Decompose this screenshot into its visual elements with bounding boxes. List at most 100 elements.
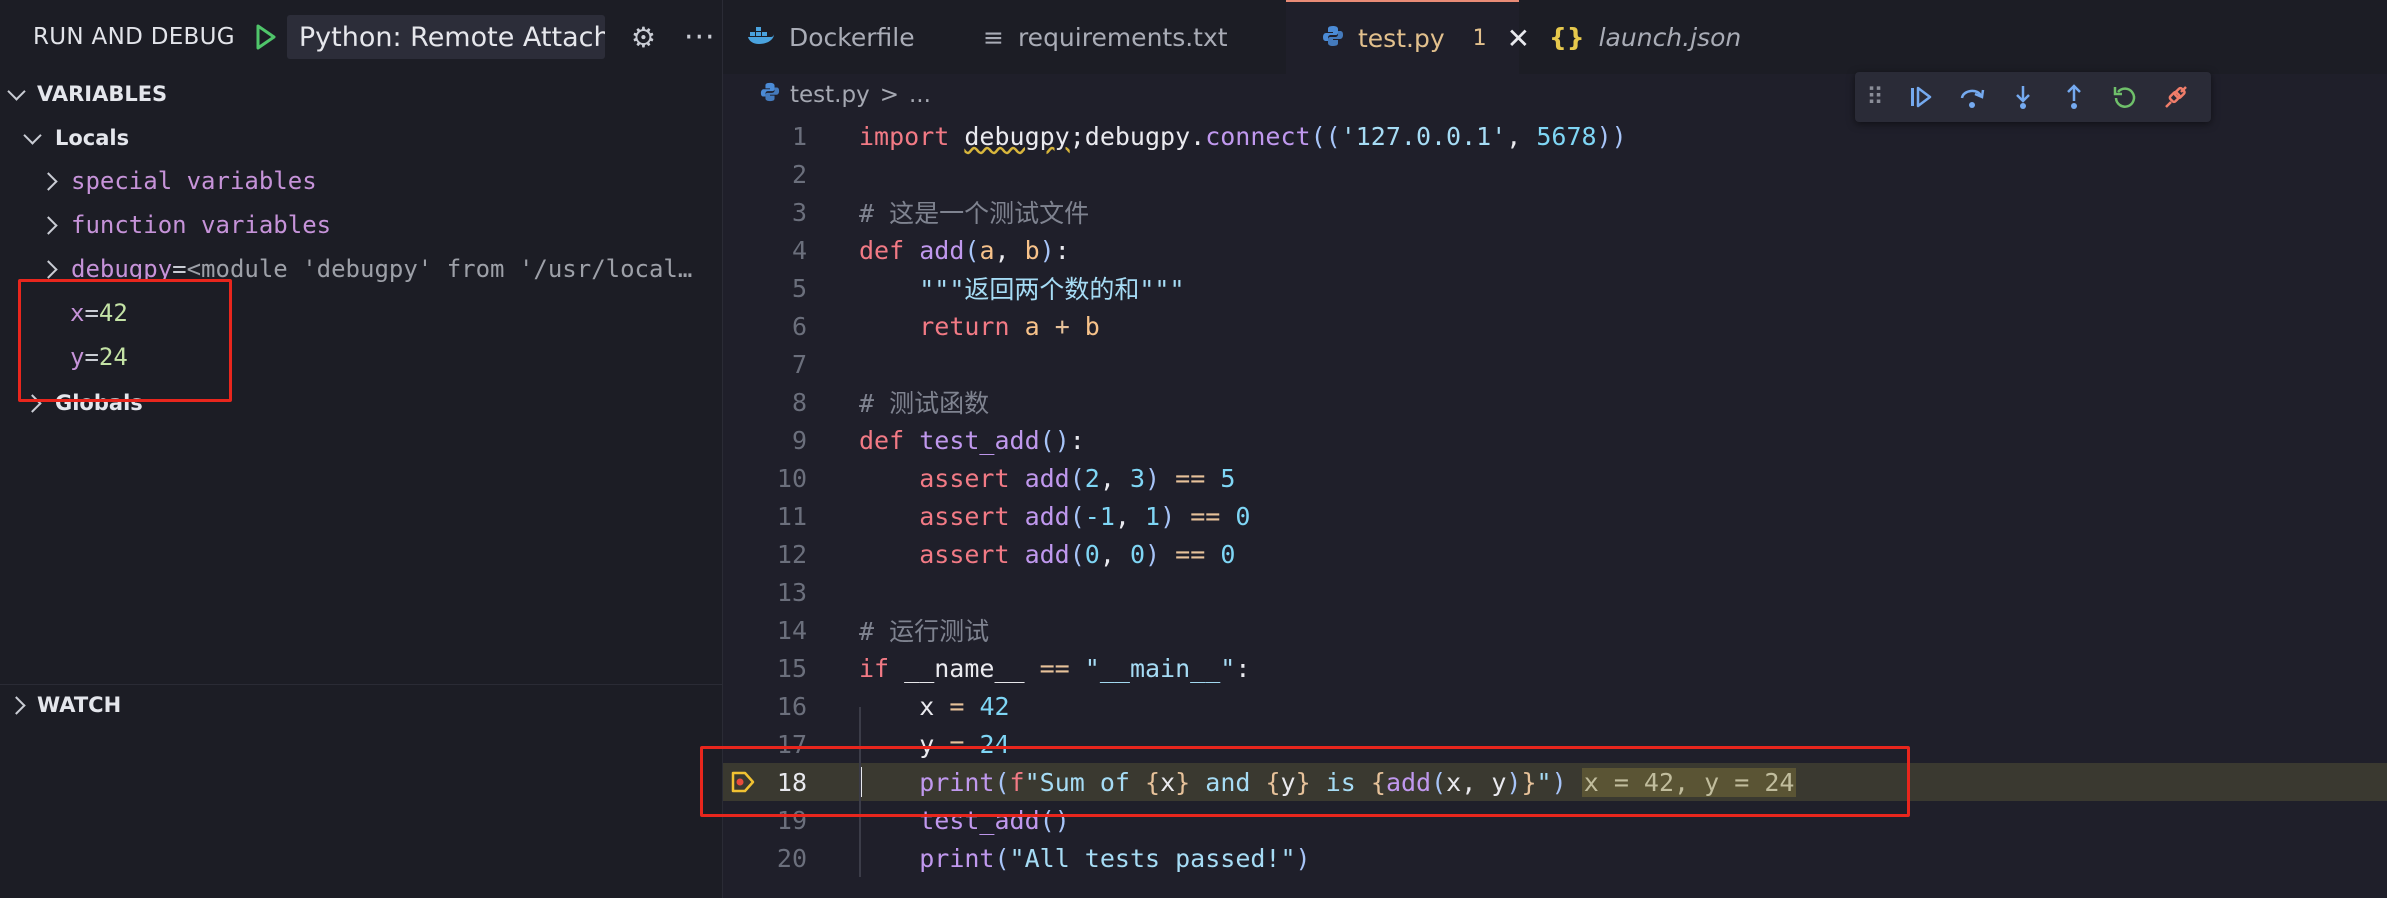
code-text: y = 24 bbox=[919, 729, 1010, 759]
line-number: 9 bbox=[791, 425, 807, 455]
variable-special-variables[interactable]: special variables bbox=[0, 159, 715, 203]
code-line[interactable]: 17 y = 24 bbox=[723, 725, 2387, 763]
code-line[interactable]: 1 import debugpy;debugpy.connect(('127.0.… bbox=[723, 117, 2387, 155]
gear-icon[interactable]: ⚙ bbox=[631, 21, 656, 54]
variable-equals: = bbox=[172, 255, 187, 283]
code-text: # 运行测试 bbox=[859, 617, 990, 646]
code-line[interactable]: 20 print("All tests passed!") bbox=[723, 839, 2387, 877]
code-text: def add(a, b): bbox=[859, 235, 1070, 265]
tab-label: test.py bbox=[1358, 23, 1445, 53]
step-over-icon[interactable] bbox=[1946, 84, 1997, 110]
watch-section-header[interactable]: WATCH bbox=[0, 684, 722, 725]
code-line[interactable]: 12 assert add(0, 0) == 0 bbox=[723, 535, 2387, 573]
code-line[interactable]: 4 def add(a, b): bbox=[723, 231, 2387, 269]
code-line[interactable]: 5 """返回两个数的和""" bbox=[723, 269, 2387, 307]
code-line[interactable]: 18 print(f"Sum of {x} and {y} is {add(x,… bbox=[723, 763, 2387, 801]
continue-icon[interactable] bbox=[1895, 84, 1946, 110]
code-text: if __name__ == "__main__": bbox=[859, 653, 1251, 683]
code-line[interactable]: 7 bbox=[723, 345, 2387, 383]
debug-toolbar: ⠿ bbox=[1855, 72, 2211, 122]
chevron-right-icon bbox=[7, 695, 26, 715]
code-line[interactable]: 16 x = 42 bbox=[723, 687, 2387, 725]
code-line[interactable]: 13 bbox=[723, 573, 2387, 611]
globals-scope[interactable]: Globals bbox=[0, 381, 715, 425]
code-text: assert add(0, 0) == 0 bbox=[919, 539, 1236, 569]
variable-value: 42 bbox=[98, 299, 128, 327]
debug-sidebar: RUN AND DEBUG Python: Remote Attach ( ⚙ … bbox=[0, 0, 723, 898]
start-debugging-icon[interactable] bbox=[249, 20, 283, 54]
code-line[interactable]: 10 assert add(2, 3) == 5 bbox=[723, 459, 2387, 497]
line-number: 6 bbox=[791, 311, 807, 341]
variables-section-header[interactable]: VARIABLES bbox=[0, 74, 167, 114]
locals-label: Locals bbox=[55, 126, 130, 150]
globals-label: Globals bbox=[55, 391, 143, 415]
restart-icon[interactable] bbox=[2099, 84, 2150, 110]
breadcrumb-file[interactable]: test.py bbox=[790, 82, 870, 108]
tab-launch-json[interactable]: {} launch.json bbox=[1519, 0, 1741, 74]
variable-debugpy[interactable]: debugpy = <module 'debugpy' from '/usr/l… bbox=[0, 247, 715, 291]
tab-dockerfile[interactable]: Dockerfile bbox=[723, 0, 953, 74]
breadcrumb: test.py > ... bbox=[760, 78, 931, 112]
chevron-right-icon bbox=[23, 393, 42, 413]
editor-tabs: Dockerfile ≡ requirements.txt test.py 1 … bbox=[723, 0, 2387, 74]
line-number: 4 bbox=[791, 235, 807, 265]
line-number: 13 bbox=[776, 577, 807, 607]
code-text: print("All tests passed!") bbox=[919, 843, 1311, 873]
launch-config-label: Python: Remote Attach ( bbox=[298, 21, 605, 53]
line-number: 3 bbox=[791, 197, 807, 227]
code-text: import debugpy;debugpy.connect(('127.0.0… bbox=[859, 121, 1627, 151]
line-number: 18 bbox=[776, 767, 807, 797]
tab-test-py[interactable]: test.py 1 ✕ bbox=[1286, 0, 1530, 74]
line-number: 14 bbox=[776, 615, 807, 645]
variable-value: 24 bbox=[98, 343, 128, 371]
indent-guide bbox=[859, 707, 861, 877]
code-line[interactable]: 15 if __name__ == "__main__": bbox=[723, 649, 2387, 687]
line-number: 1 bbox=[791, 121, 807, 151]
code-text: # 测试函数 bbox=[859, 389, 990, 418]
docker-icon bbox=[747, 23, 775, 52]
tab-requirements[interactable]: ≡ requirements.txt bbox=[953, 0, 1286, 74]
variable-equals: = bbox=[84, 343, 99, 371]
breadcrumb-symbol[interactable]: ... bbox=[909, 82, 931, 108]
chevron-right-icon bbox=[39, 215, 58, 235]
more-actions-icon[interactable]: ··· bbox=[684, 20, 716, 55]
line-number: 11 bbox=[776, 501, 807, 531]
code-text: def test_add(): bbox=[859, 425, 1085, 455]
code-line[interactable]: 8 # 测试函数 bbox=[723, 383, 2387, 421]
code-line[interactable]: 6 return a + b bbox=[723, 307, 2387, 345]
step-into-icon[interactable] bbox=[1997, 84, 2048, 110]
line-number: 15 bbox=[776, 653, 807, 683]
breadcrumb-separator: > bbox=[879, 82, 899, 108]
variable-name: debugpy bbox=[71, 255, 173, 283]
json-icon: {} bbox=[1549, 22, 1585, 52]
launch-config-select[interactable]: Python: Remote Attach ( bbox=[286, 15, 605, 59]
variable-equals: = bbox=[84, 299, 99, 327]
code-text: assert add(2, 3) == 5 bbox=[919, 463, 1236, 493]
line-number: 16 bbox=[776, 691, 807, 721]
code-text: return a + b bbox=[919, 311, 1100, 341]
line-number: 8 bbox=[791, 387, 807, 417]
variable-function-variables[interactable]: function variables bbox=[0, 203, 715, 247]
code-line[interactable]: 2 bbox=[723, 155, 2387, 193]
code-line[interactable]: 3 # 这是一个测试文件 bbox=[723, 193, 2387, 231]
locals-scope[interactable]: Locals bbox=[0, 116, 715, 160]
line-number: 5 bbox=[791, 273, 807, 303]
tab-label: requirements.txt bbox=[1017, 22, 1228, 52]
code-line[interactable]: 9 def test_add(): bbox=[723, 421, 2387, 459]
line-number: 19 bbox=[776, 805, 807, 835]
variable-value: <module 'debugpy' from '/usr/local… bbox=[186, 255, 693, 283]
python-icon bbox=[1322, 24, 1344, 53]
disconnect-icon[interactable] bbox=[2150, 83, 2201, 111]
step-out-icon[interactable] bbox=[2048, 84, 2099, 110]
chevron-down-icon bbox=[23, 125, 42, 145]
variable-name: x bbox=[70, 299, 85, 327]
variable-x[interactable]: x = 42 bbox=[0, 291, 715, 335]
code-line[interactable]: 14 # 运行测试 bbox=[723, 611, 2387, 649]
variable-y[interactable]: y = 24 bbox=[0, 335, 715, 379]
code-text: # 这是一个测试文件 bbox=[859, 199, 1090, 228]
code-line[interactable]: 11 assert add(-1, 1) == 0 bbox=[723, 497, 2387, 535]
code-line[interactable]: 19 test_add() bbox=[723, 801, 2387, 839]
drag-handle-icon[interactable]: ⠿ bbox=[1855, 83, 1895, 111]
chevron-right-icon bbox=[39, 171, 58, 191]
code-text: assert add(-1, 1) == 0 bbox=[919, 501, 1251, 531]
